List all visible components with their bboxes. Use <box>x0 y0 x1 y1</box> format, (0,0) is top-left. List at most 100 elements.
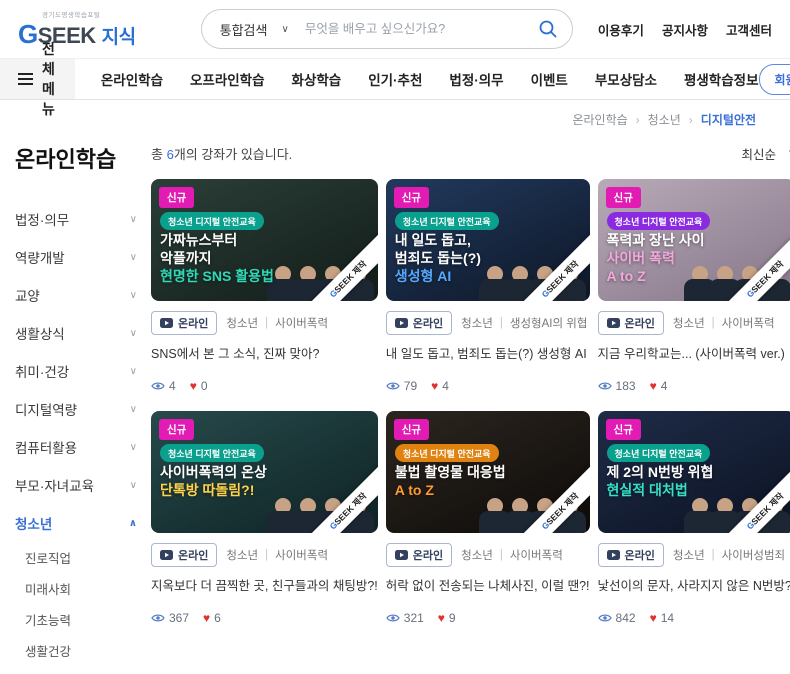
search-category-select[interactable]: 통합검색 ∨ <box>220 20 289 39</box>
likes-count: 4 <box>660 379 668 393</box>
views-icon <box>597 381 612 391</box>
sort-label: 최신순 <box>741 148 777 162</box>
search-button[interactable] <box>538 19 558 39</box>
nav-item[interactable]: 이벤트 <box>531 69 568 89</box>
play-icon <box>394 318 408 328</box>
sidebar-subitem[interactable]: 기초능력 <box>15 604 137 635</box>
course-category[interactable]: 청소년 <box>673 315 705 331</box>
course-category[interactable]: 청소년 <box>461 547 493 563</box>
breadcrumb-link[interactable]: 온라인학습 <box>572 113 627 127</box>
course-list-area: 총 6개의 강좌가 있습니다. 최신순 ∨ 신규 청소년 디지털 안전교육 가짜… <box>151 138 790 674</box>
play-icon <box>394 550 408 560</box>
sort-dropdown[interactable]: 최신순 ∨ <box>742 144 790 163</box>
sidebar-item[interactable]: 디지털역량 ∨ <box>15 390 137 428</box>
views-icon <box>151 381 165 391</box>
sidebar-subitem-label: 기초능력 <box>25 614 72 628</box>
course-category[interactable]: 청소년 <box>673 547 705 563</box>
course-category[interactable]: 청소년 <box>226 315 258 331</box>
thumbnail-series-badge: 청소년 디지털 안전교육 <box>394 212 499 230</box>
course-tag[interactable]: 생성형AI의 위협 <box>510 315 588 331</box>
course-card[interactable]: 신규 청소년 디지털 안전교육 폭력과 장난 사이 사이버 폭력 A to Z GS… <box>597 179 790 393</box>
header-link[interactable]: 공지사항 <box>662 20 708 39</box>
breadcrumb-link[interactable]: 청소년 <box>648 113 681 127</box>
thumbnail-series-badge: 청소년 디지털 안전교육 <box>606 212 711 230</box>
course-card[interactable]: 신규 청소년 디지털 안전교육 불법 촬영물 대응법 A to Z GSEEK 제… <box>385 411 590 625</box>
play-icon <box>160 550 173 560</box>
nav-item[interactable]: 부모상담소 <box>595 69 657 89</box>
online-type-label: 온라인 <box>178 318 209 330</box>
likes-count: 6 <box>214 611 221 625</box>
sidebar-item[interactable]: 역량개발 ∨ <box>15 238 137 276</box>
sidebar-subitem[interactable]: 진로직업 <box>15 542 137 573</box>
breadcrumb-current[interactable]: 디지털안전 <box>701 113 756 127</box>
sidebar-item-label: 법정·의무 <box>15 213 70 228</box>
nav-item[interactable]: 평생학습정보 <box>684 69 759 89</box>
sidebar-item[interactable]: 컴퓨터활용 ∨ <box>15 428 137 466</box>
tag-divider: | <box>499 549 503 561</box>
views-count: 842 <box>615 611 636 625</box>
nav-item[interactable]: 인기·추천 <box>368 69 422 89</box>
search-input[interactable] <box>304 22 538 36</box>
course-thumbnail: 신규 청소년 디지털 안전교육 제 2의 N번방 위협 현실적 대처법 GSEEK… <box>597 411 790 533</box>
new-badge: 신규 <box>605 187 641 208</box>
views-count: 4 <box>169 379 176 393</box>
tag-divider: | <box>265 317 269 329</box>
online-type-label: 온라인 <box>412 318 444 330</box>
views-stat: 321 <box>386 611 424 625</box>
main-nav: 전체메뉴 온라인학습 오프라인학습 화상학습 인기·추천 법정·의무 이벤트 부모상담소 평생… <box>0 41 790 117</box>
course-tag[interactable]: 사이버성범죄 <box>722 547 785 563</box>
likes-stat: ♥ 4 <box>650 379 668 393</box>
course-tag[interactable]: 사이버폭력 <box>510 547 563 563</box>
likes-count: 14 <box>660 611 675 625</box>
sidebar-subitem-label: 미래사회 <box>25 583 72 597</box>
sidebar-item[interactable]: 법정·의무 ∨ <box>15 200 137 238</box>
sidebar-item-label: 컴퓨터활용 <box>15 441 78 456</box>
course-category[interactable]: 청소년 <box>226 547 258 563</box>
sidebar-subitem[interactable]: 생활건강 <box>15 635 137 666</box>
nav-item[interactable]: 화상학습 <box>292 69 342 89</box>
search-bar: 통합검색 ∨ <box>200 9 573 49</box>
online-type-badge: 온라인 <box>151 543 218 567</box>
chevron-down-icon: ∨ <box>129 441 137 453</box>
breadcrumb-separator: › <box>635 113 640 127</box>
sidebar-item[interactable]: 교양 ∨ <box>15 276 137 314</box>
thumbnail-title: 내 일도 돕고, 범죄도 돕는(?) 생성형 AI <box>394 232 481 284</box>
course-card[interactable]: 신규 청소년 디지털 안전교육 사이버폭력의 온상 단톡방 따돌림?! GSEEK… <box>151 411 378 625</box>
sidebar-subitem[interactable]: 인문교양 <box>15 666 137 674</box>
online-type-label: 온라인 <box>178 550 209 562</box>
nav-item[interactable]: 법정·의무 <box>449 69 503 89</box>
likes-icon: ♥ <box>649 379 657 393</box>
all-menu-button[interactable]: 전체메뉴 <box>0 41 75 117</box>
views-stat: 79 <box>386 379 417 393</box>
course-tag[interactable]: 사이버폭력 <box>722 315 775 331</box>
signup-button[interactable]: 회원가입 <box>758 63 790 95</box>
nav-item[interactable]: 오프라인학습 <box>190 69 265 89</box>
page-title: 온라인학습 <box>15 147 117 172</box>
sidebar-item[interactable]: 취미·건강 ∨ <box>15 352 137 390</box>
course-tag[interactable]: 사이버폭력 <box>275 547 328 563</box>
play-icon <box>606 318 620 328</box>
sidebar-item[interactable]: 생활상식 ∨ <box>15 314 137 352</box>
likes-stat: ♥ 4 <box>431 379 449 393</box>
sidebar-subitem[interactable]: 미래사회 <box>15 573 137 604</box>
sidebar-item-label: 교양 <box>15 289 40 304</box>
course-card[interactable]: 신규 청소년 디지털 안전교육 제 2의 N번방 위협 현실적 대처법 GSEEK… <box>597 411 790 625</box>
chevron-down-icon: ∨ <box>129 251 137 263</box>
thumbnail-series-badge: 청소년 디지털 안전교육 <box>394 444 499 462</box>
course-card[interactable]: 신규 청소년 디지털 안전교육 내 일도 돕고, 범죄도 돕는(?) 생성형 AI … <box>385 179 590 393</box>
sidebar-item[interactable]: 부모·자녀교육 ∨ <box>15 466 137 504</box>
online-type-badge: 온라인 <box>385 543 453 567</box>
course-grid: 신규 청소년 디지털 안전교육 가짜뉴스부터 악플까지 현명한 SNS 활용법 GS… <box>151 179 790 625</box>
header-link[interactable]: 고객센터 <box>726 20 772 39</box>
views-count: 321 <box>403 611 424 625</box>
nav-item[interactable]: 온라인학습 <box>101 69 163 89</box>
views-icon <box>386 613 400 623</box>
header-link[interactable]: 이용후기 <box>598 20 644 39</box>
course-card[interactable]: 신규 청소년 디지털 안전교육 가짜뉴스부터 악플까지 현명한 SNS 활용법 GS… <box>151 179 378 393</box>
sidebar-item-youth[interactable]: 청소년 ∧ <box>15 504 137 542</box>
course-tag[interactable]: 사이버폭력 <box>275 315 328 331</box>
views-icon <box>597 613 612 623</box>
course-count-number: 6 <box>166 147 174 162</box>
search-category-label: 통합검색 <box>219 22 268 38</box>
course-category[interactable]: 청소년 <box>461 315 493 331</box>
